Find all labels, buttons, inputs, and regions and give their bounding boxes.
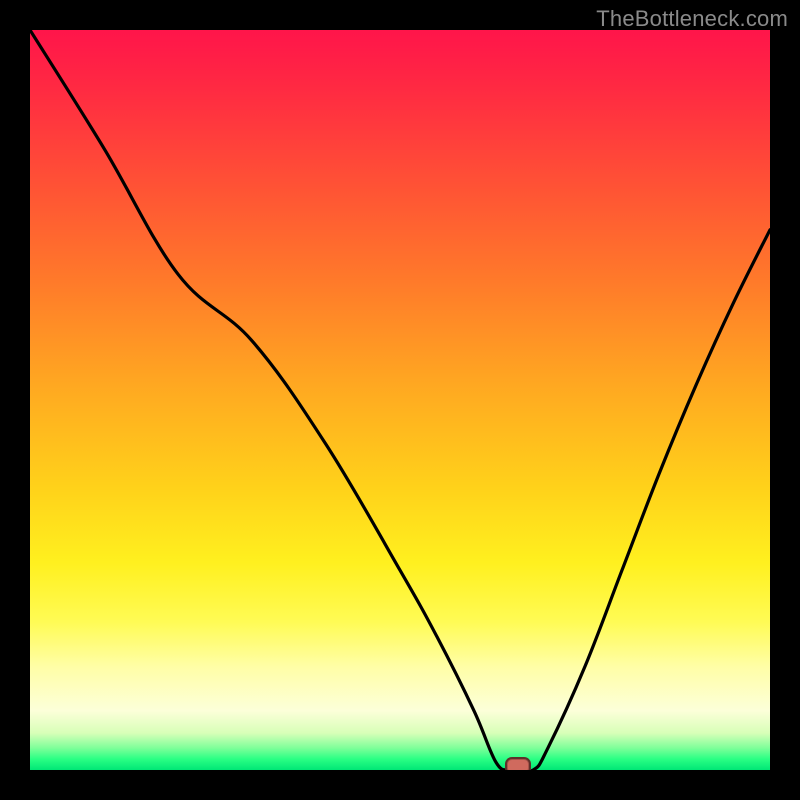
current-position-marker	[505, 757, 531, 770]
chart-frame: TheBottleneck.com	[0, 0, 800, 800]
watermark-text: TheBottleneck.com	[596, 6, 788, 32]
plot-area	[30, 30, 770, 770]
bottleneck-curve	[30, 30, 770, 770]
